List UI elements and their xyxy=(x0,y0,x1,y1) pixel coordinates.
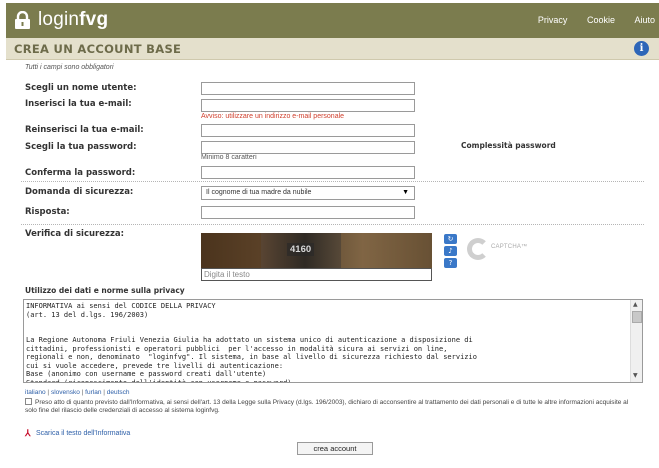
recaptcha-logo: CAPTCHA™ xyxy=(467,238,527,260)
password-hint: Minimo 8 caratteri xyxy=(201,154,257,161)
lang-slovensko[interactable]: slovensko xyxy=(51,389,80,396)
help-icon[interactable]: ? xyxy=(444,258,457,268)
lang-italiano[interactable]: italiano xyxy=(25,389,46,396)
captcha-number: 4160 xyxy=(287,243,315,256)
brand-prefix: login xyxy=(38,9,80,30)
dropdown-arrow-icon: ▼ xyxy=(402,189,409,196)
cookie-link[interactable]: Cookie xyxy=(587,15,615,25)
username-label: Scegli un nome utente: xyxy=(25,83,137,93)
email-confirm-input[interactable] xyxy=(201,124,415,137)
password-confirm-label: Conferma la password: xyxy=(25,168,136,178)
brand-logo[interactable]: loginfvg xyxy=(38,9,108,31)
create-account-button[interactable]: crea account xyxy=(297,442,373,455)
password-complexity-label: Complessità password xyxy=(461,141,556,150)
divider xyxy=(21,181,644,182)
email-input[interactable] xyxy=(201,99,415,112)
title-bar: CREA UN ACCOUNT BASE i xyxy=(6,38,659,60)
recaptcha-text: CAPTCHA™ xyxy=(491,244,528,250)
scroll-down-icon[interactable]: ▼ xyxy=(633,372,638,379)
lock-icon xyxy=(15,11,30,29)
divider xyxy=(21,224,644,225)
form-panel: Tutti i campi sono obbligatori Scegli un… xyxy=(21,62,644,462)
top-links: Privacy Cookie Aiuto xyxy=(521,15,655,25)
privacy-heading: Utilizzo dei dati e norme sulla privacy xyxy=(25,286,185,295)
pdf-icon: ⅄ xyxy=(25,428,31,438)
required-note: Tutti i campi sono obbligatori xyxy=(25,64,114,71)
separator: | xyxy=(47,389,50,396)
security-question-label: Domanda di sicurezza: xyxy=(25,187,134,197)
captcha-shade xyxy=(201,233,261,268)
answer-label: Risposta: xyxy=(25,207,70,217)
password-confirm-input[interactable] xyxy=(201,166,415,179)
captcha-image: 4160 xyxy=(201,233,432,268)
lang-deutsch[interactable]: deutsch xyxy=(107,389,130,396)
audio-icon[interactable]: ♪ xyxy=(444,246,457,256)
page-title: CREA UN ACCOUNT BASE xyxy=(14,42,182,56)
captcha-controls: ↻ ♪ ? xyxy=(444,234,458,270)
refresh-icon[interactable]: ↻ xyxy=(444,234,457,244)
privacy-text: INFORMATIVA ai sensi del CODICE DELLA PR… xyxy=(26,302,477,383)
consent-text: Preso atto di quanto previsto dall'Infor… xyxy=(25,399,629,414)
scroll-thumb[interactable] xyxy=(632,311,642,323)
captcha-input[interactable]: Digita il testo xyxy=(201,268,432,281)
captcha-shade xyxy=(341,233,432,268)
answer-input[interactable] xyxy=(201,206,415,219)
email-label: Inserisci la tua e-mail: xyxy=(25,99,132,109)
scroll-up-icon[interactable]: ▲ xyxy=(633,301,638,308)
page: loginfvg Privacy Cookie Aiuto CREA UN AC… xyxy=(0,0,659,468)
info-icon[interactable]: i xyxy=(634,41,649,56)
brand-bold: fvg xyxy=(79,9,109,30)
download-label: Scarica il testo dell'Informativa xyxy=(36,430,131,437)
separator: | xyxy=(103,389,105,396)
scrollbar[interactable]: ▲ ▼ xyxy=(630,300,642,382)
privacy-link[interactable]: Privacy xyxy=(538,15,568,25)
separator: | xyxy=(81,389,84,396)
top-bar: loginfvg Privacy Cookie Aiuto xyxy=(6,3,659,38)
email-warning: Avviso: utilizzare un indirizzo e-mail p… xyxy=(201,113,345,120)
security-question-value: Il cognome di tua madre da nubile xyxy=(206,189,312,196)
recaptcha-arc-icon xyxy=(467,238,489,260)
help-link[interactable]: Aiuto xyxy=(634,15,655,25)
consent-checkbox[interactable] xyxy=(25,398,32,405)
password-input[interactable] xyxy=(201,141,415,154)
language-links: italiano | slovensko | furlan | deutsch xyxy=(25,389,130,396)
lang-furlan[interactable]: furlan xyxy=(85,389,101,396)
consent-block: Preso atto di quanto previsto dall'Infor… xyxy=(25,398,635,415)
username-input[interactable] xyxy=(201,82,415,95)
privacy-textarea[interactable]: INFORMATIVA ai sensi del CODICE DELLA PR… xyxy=(23,299,643,383)
captcha-label: Verifica di sicurezza: xyxy=(25,229,125,239)
security-question-select[interactable]: Il cognome di tua madre da nubile ▼ xyxy=(201,186,415,200)
password-label: Scegli la tua password: xyxy=(25,142,137,152)
email-confirm-label: Reinserisci la tua e-mail: xyxy=(25,125,144,135)
download-link[interactable]: ⅄ Scarica il testo dell'Informativa xyxy=(25,428,131,438)
